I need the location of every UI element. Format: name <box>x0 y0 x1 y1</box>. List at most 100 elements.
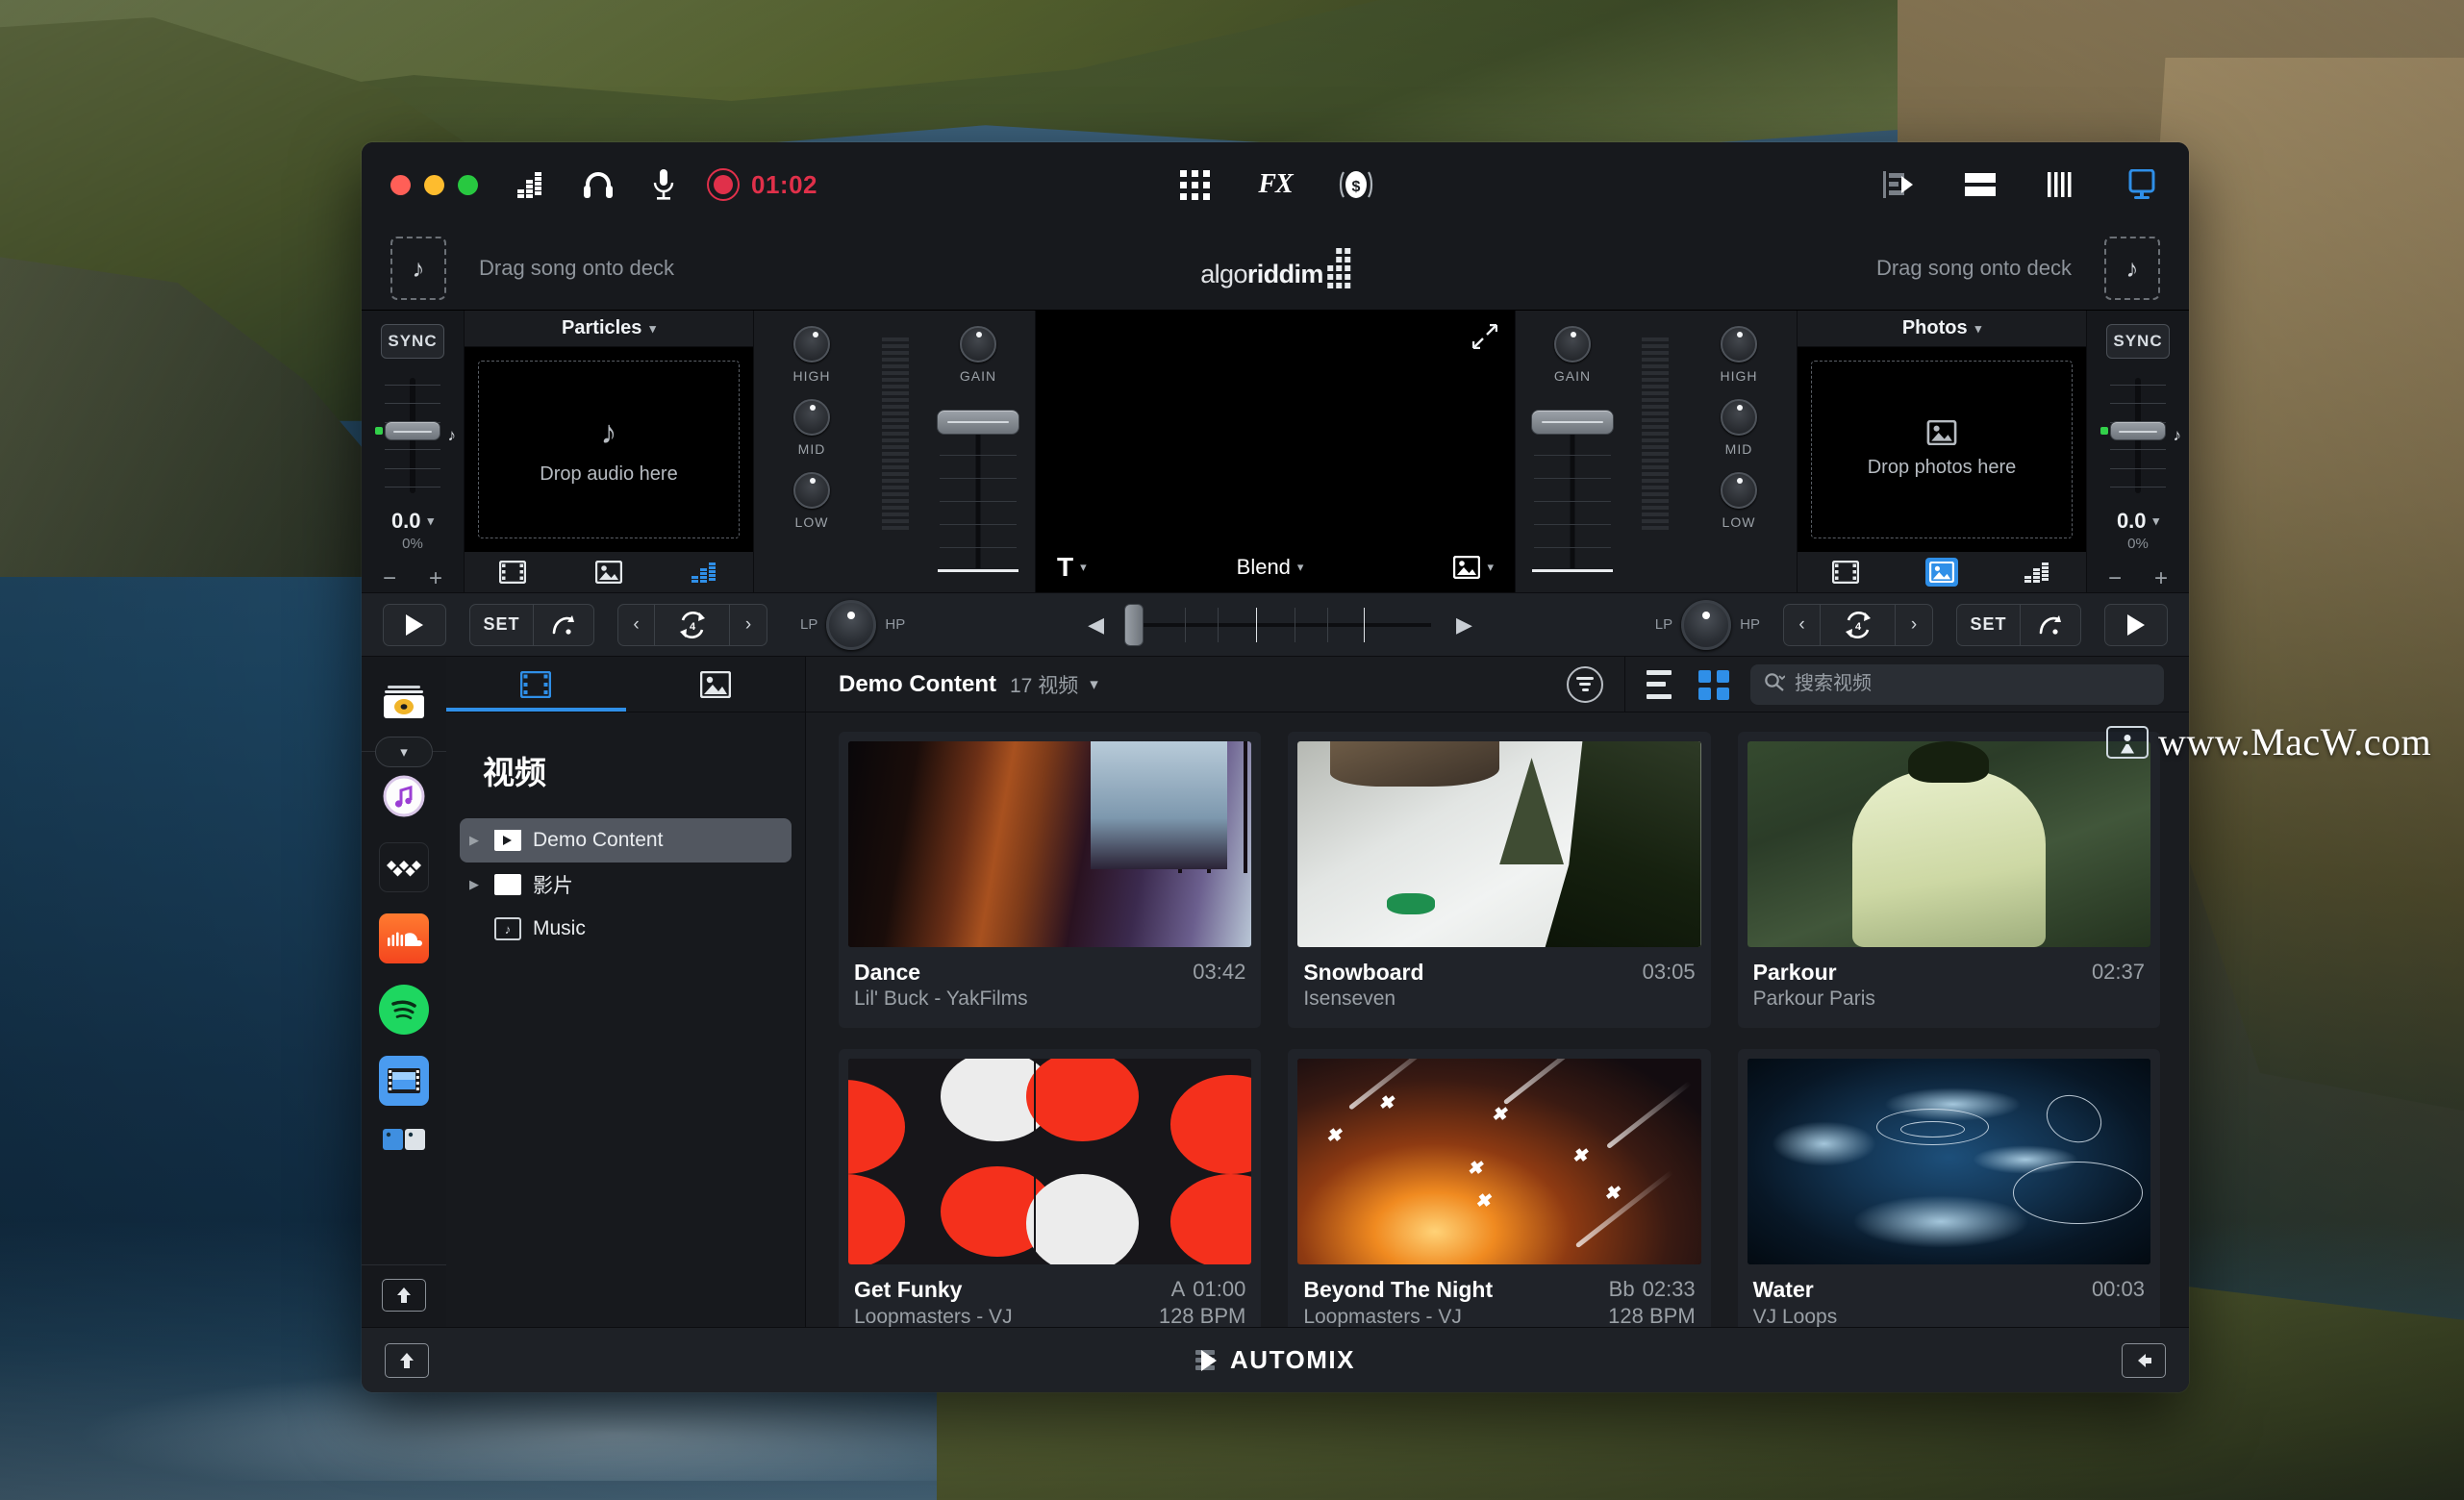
grid-pads-icon[interactable] <box>1176 166 1213 203</box>
left-tempo-value[interactable]: 0.0 ▾ <box>391 509 434 534</box>
split-view-icon[interactable] <box>1962 166 1999 203</box>
left-filter-knob[interactable] <box>826 599 877 650</box>
spotify-icon[interactable] <box>379 985 429 1035</box>
right-filter-knob[interactable] <box>1681 599 1732 650</box>
right-channel-fader-cap[interactable] <box>1531 410 1614 435</box>
media-card[interactable]: Dance Lil' Buck - YakFilms 03:42 <box>839 732 1262 1029</box>
tree-item-music[interactable]: ▶ ♪ Music <box>460 907 792 951</box>
search-field[interactable] <box>1750 663 2164 705</box>
left-loop-halve-button[interactable]: ‹ <box>618 604 655 645</box>
right-deck-photo-tab[interactable] <box>1925 558 1958 587</box>
crossfader-left-button[interactable]: ◀ <box>1088 612 1104 638</box>
expand-fullscreen-icon[interactable] <box>1471 323 1498 356</box>
soundcloud-icon[interactable] <box>379 913 429 963</box>
right-deck-photo-dropzone[interactable]: Drop photos here <box>1811 361 2073 538</box>
load-up-icon[interactable] <box>385 1342 429 1378</box>
right-loop-halve-button[interactable]: ‹ <box>1784 604 1821 645</box>
preview-blend-mode[interactable]: Blend ▾ <box>1237 555 1304 580</box>
left-deck-dropzone[interactable]: ♪ <box>390 237 446 300</box>
media-card[interactable]: Snowboard Isenseven 03:05 <box>1288 732 1711 1029</box>
tempo-minus-button[interactable]: − <box>383 565 396 592</box>
close-button[interactable] <box>390 174 411 195</box>
right-deck-video-tab[interactable] <box>1829 558 1862 587</box>
left-play-button[interactable] <box>383 603 446 646</box>
left-deck-source-selector[interactable]: Particles ▾ <box>465 311 753 347</box>
right-eq-high-knob[interactable] <box>1721 326 1757 362</box>
maximize-button[interactable] <box>458 174 478 195</box>
crossfader-right-button[interactable]: ▶ <box>1456 612 1472 638</box>
right-eq-mid-knob[interactable] <box>1721 399 1757 436</box>
search-input[interactable] <box>1795 673 2150 695</box>
display-output-icon[interactable] <box>2124 166 2160 203</box>
right-deck-audio-tab[interactable] <box>2022 558 2054 587</box>
collection-icon[interactable] <box>379 678 429 728</box>
filter-icon[interactable] <box>1567 665 1603 703</box>
minimize-button[interactable] <box>424 174 444 195</box>
right-cue-jump-button[interactable] <box>2021 605 2080 645</box>
right-gain-knob[interactable] <box>1554 326 1591 362</box>
fx-icon[interactable]: FX <box>1257 166 1294 203</box>
photo-library-icon[interactable] <box>379 1127 429 1152</box>
columns-view-icon[interactable] <box>2043 166 2079 203</box>
record-button[interactable]: 01:02 <box>707 168 817 201</box>
left-eq-high-knob[interactable] <box>793 326 830 362</box>
media-card[interactable]: Parkour Parkour Paris 02:37 <box>1737 732 2160 1029</box>
media-card[interactable]: ✖ ✖ ✖ ✖ ✖ ✖ ✖ Beyond The Night Loopmaste <box>1288 1049 1711 1327</box>
left-deck-audio-dropzone[interactable]: ♪ Drop audio here <box>478 361 740 538</box>
preview-text-mode[interactable]: T ▾ <box>1057 552 1087 583</box>
right-loop-double-button[interactable]: › <box>1896 605 1932 645</box>
left-eq-low-knob[interactable] <box>793 472 830 509</box>
crossfader[interactable] <box>1121 603 1439 646</box>
tempo-plus-button[interactable]: + <box>2154 565 2168 592</box>
automix-view-icon[interactable] <box>1881 166 1918 203</box>
right-eq-low-knob[interactable] <box>1721 472 1757 509</box>
tree-item-demo-content[interactable]: ▶ Demo Content <box>460 818 792 862</box>
disclosure-triangle-icon[interactable]: ▶ <box>469 877 483 892</box>
left-gain-knob[interactable] <box>960 326 996 362</box>
left-deck-audio-tab[interactable] <box>689 558 721 587</box>
tree-photo-tab[interactable] <box>626 657 806 712</box>
left-tempo-knob[interactable] <box>385 421 440 441</box>
right-set-button[interactable]: SET <box>1957 604 2021 645</box>
media-card[interactable]: Water VJ Loops 00:03 <box>1737 1049 2160 1327</box>
right-sync-button[interactable]: SYNC <box>2106 324 2170 359</box>
effects-circle-icon[interactable]: $ <box>1338 166 1374 203</box>
left-cue-jump-button[interactable] <box>534 605 593 645</box>
left-loop-double-button[interactable]: › <box>730 605 767 645</box>
video-library-icon[interactable] <box>379 1056 429 1106</box>
tempo-plus-button[interactable]: + <box>429 565 442 592</box>
left-set-button[interactable]: SET <box>470 604 534 645</box>
right-tempo-knob[interactable] <box>2110 421 2166 441</box>
disclosure-triangle-icon[interactable]: ▶ <box>469 833 483 848</box>
left-channel-fader-cap[interactable] <box>937 410 1019 435</box>
headphones-icon[interactable] <box>580 166 616 203</box>
left-tempo-fader[interactable]: ♪ <box>375 378 456 493</box>
tempo-minus-button[interactable]: − <box>2108 565 2122 592</box>
microphone-icon[interactable] <box>645 166 682 203</box>
left-channel-fader[interactable] <box>934 410 1022 572</box>
left-sync-button[interactable]: SYNC <box>381 324 444 359</box>
eject-icon[interactable] <box>382 1279 426 1312</box>
left-eq-mid-knob[interactable] <box>793 399 830 436</box>
tidal-icon[interactable] <box>379 842 429 892</box>
right-deck-source-selector[interactable]: Photos ▾ <box>1798 311 2086 347</box>
preview-image-mode[interactable]: ▾ <box>1453 556 1494 579</box>
right-play-button[interactable] <box>2104 603 2168 646</box>
automix-button[interactable]: AUTOMIX <box>1195 1345 1355 1375</box>
grid-view-icon[interactable] <box>1698 669 1729 700</box>
collapse-chevron-icon[interactable]: ▾ <box>375 736 433 767</box>
tree-video-tab[interactable] <box>446 657 626 712</box>
media-card[interactable]: Get Funky Loopmasters - VJ A 01:00 128 BP… <box>839 1049 1262 1327</box>
left-deck-photo-tab[interactable] <box>592 558 625 587</box>
left-deck-video-tab[interactable] <box>496 558 529 587</box>
crossfader-handle[interactable] <box>1124 603 1144 646</box>
equalizer-icon[interactable] <box>515 166 551 203</box>
right-tempo-value[interactable]: 0.0 ▾ <box>2117 509 2159 534</box>
load-left-icon[interactable] <box>2121 1342 2166 1378</box>
chevron-down-icon[interactable]: ▾ <box>1090 675 1098 694</box>
right-loop-button[interactable]: 4 <box>1821 604 1896 645</box>
list-view-icon[interactable] <box>1647 669 1677 699</box>
right-channel-fader[interactable] <box>1528 410 1617 572</box>
tree-item-movies[interactable]: ▶ 影片 <box>460 862 792 907</box>
right-tempo-fader[interactable]: ♪ <box>2100 378 2181 493</box>
